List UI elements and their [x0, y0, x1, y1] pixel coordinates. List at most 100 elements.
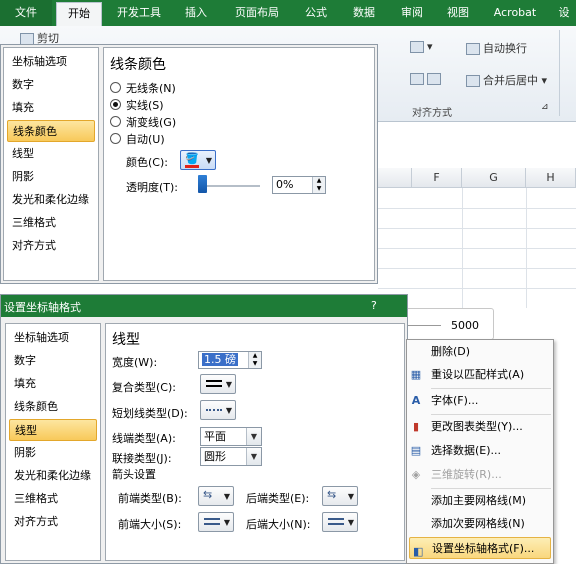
- menu-add-minor-gridlines[interactable]: 添加次要网格线(N): [431, 513, 525, 535]
- menu-reset-style[interactable]: 重设以匹配样式(A): [431, 364, 524, 386]
- nav-shadow[interactable]: 阴影: [9, 442, 97, 464]
- tab-file[interactable]: 文件: [0, 0, 52, 26]
- menu-format-axis[interactable]: ◧ 设置坐标轴格式(F)...: [409, 537, 551, 559]
- end-type-dropdown[interactable]: ⇆ ▼: [322, 486, 358, 506]
- chevron-down-icon: ▼: [347, 492, 354, 501]
- begin-size-dropdown[interactable]: ▼: [198, 512, 234, 532]
- cap-type-label: 线端类型(A):: [112, 432, 176, 445]
- panel-title: 线条颜色: [110, 57, 166, 73]
- arrow-size-icon: [328, 523, 344, 525]
- nav-number[interactable]: 数字: [7, 74, 95, 96]
- tab-page-layout[interactable]: 页面布局: [224, 0, 290, 26]
- chevron-down-icon: ▼: [225, 406, 232, 415]
- dash-sample-icon: [206, 409, 222, 411]
- dash-type-dropdown[interactable]: ▼: [200, 400, 236, 420]
- tab-review[interactable]: 审阅: [392, 0, 432, 26]
- tab-formulas[interactable]: 公式: [296, 0, 336, 26]
- transparency-slider-thumb[interactable]: [198, 175, 207, 193]
- nav-3d-format[interactable]: 三维格式: [9, 488, 97, 510]
- transparency-input[interactable]: 0% ▲ ▼: [272, 176, 326, 194]
- begin-type-dropdown[interactable]: ⇆ ▼: [198, 486, 234, 506]
- ribbon-tab-bar: 文件 开始 开发工具 插入 页面布局 公式 数据 审阅 视图 Acrobat 设: [0, 0, 576, 26]
- orientation-button[interactable]: ▾: [410, 40, 433, 53]
- radio-solid-line[interactable]: [110, 99, 121, 110]
- menu-change-chart-type[interactable]: 更改图表类型(Y)...: [431, 416, 523, 438]
- tab-data[interactable]: 数据: [344, 0, 384, 26]
- radio-automatic[interactable]: [110, 133, 121, 144]
- radio-label: 渐变线(G): [126, 116, 177, 129]
- color-picker-button[interactable]: 🪣 ▼: [180, 150, 216, 170]
- merge-center-button[interactable]: 合并后居中 ▾: [466, 72, 547, 88]
- reset-style-icon: ▦: [410, 368, 422, 381]
- gridline: [378, 228, 576, 229]
- chart-type-icon: ▮: [412, 420, 420, 433]
- tab-home[interactable]: 开始: [56, 2, 102, 26]
- nav-shadow[interactable]: 阴影: [7, 166, 95, 188]
- column-header-g[interactable]: G: [462, 168, 526, 188]
- end-size-dropdown[interactable]: ▼: [322, 512, 358, 532]
- wrap-text-button[interactable]: 自动换行: [466, 40, 527, 56]
- compound-type-dropdown[interactable]: ▼: [200, 374, 236, 394]
- nav-axis-options[interactable]: 坐标轴选项: [9, 327, 97, 349]
- chevron-down-icon: ▼: [205, 156, 212, 165]
- dialog-titlebar[interactable]: 设置坐标轴格式 ?: [1, 295, 407, 317]
- format-axis-icon: ◧: [413, 545, 424, 558]
- menu-font[interactable]: 字体(F)...: [431, 390, 478, 412]
- paint-bucket-icon: 🪣: [185, 152, 199, 165]
- width-input[interactable]: 1.5 磅 ▲ ▼: [198, 351, 262, 369]
- font-icon: A: [411, 394, 421, 407]
- nav-glow-soft-edges[interactable]: 发光和柔化边缘: [7, 189, 95, 211]
- nav-alignment[interactable]: 对齐方式: [7, 235, 95, 257]
- line-sample-icon: [206, 380, 222, 382]
- color-swatch: [185, 165, 199, 168]
- line-sample-icon: [206, 385, 222, 387]
- tab-developer[interactable]: 开发工具: [108, 0, 170, 26]
- join-type-select[interactable]: 圆形 ▼: [200, 447, 262, 466]
- radio-label: 自动(U): [126, 133, 165, 146]
- tab-view[interactable]: 视图: [438, 0, 478, 26]
- menu-separator: [431, 414, 551, 415]
- transparency-slider-track[interactable]: [198, 185, 260, 187]
- nav-line-style[interactable]: 线型: [9, 419, 97, 441]
- nav-line-color[interactable]: 线条颜色: [7, 120, 95, 142]
- text-orientation-icon: [410, 41, 424, 53]
- arrow-type-icon: ⇆: [327, 488, 337, 501]
- dialog-launcher-icon[interactable]: ⊿: [541, 102, 549, 112]
- nav-axis-options[interactable]: 坐标轴选项: [7, 51, 95, 73]
- nav-line-style[interactable]: 线型: [7, 143, 95, 165]
- column-header-h[interactable]: H: [526, 168, 576, 188]
- nav-number[interactable]: 数字: [9, 350, 97, 372]
- color-label: 颜色(C):: [126, 156, 168, 169]
- radio-gradient-line[interactable]: [110, 116, 121, 127]
- tab-insert[interactable]: 插入: [176, 0, 216, 26]
- spinner-arrows-icon[interactable]: ▲ ▼: [248, 352, 261, 368]
- nav-line-color[interactable]: 线条颜色: [9, 396, 97, 418]
- column-header-f[interactable]: F: [412, 168, 462, 188]
- menu-select-data[interactable]: 选择数据(E)...: [431, 440, 501, 462]
- category-list: 坐标轴选项 数字 填充 线条颜色 线型 阴影 发光和柔化边缘 三维格式 对齐方式: [3, 47, 99, 281]
- chevron-down-icon: ▼: [225, 380, 232, 389]
- nav-fill[interactable]: 填充: [9, 373, 97, 395]
- indent-buttons[interactable]: [410, 72, 444, 85]
- worksheet-area[interactable]: F G H: [378, 168, 576, 308]
- nav-3d-format[interactable]: 三维格式: [7, 212, 95, 234]
- column-header[interactable]: [378, 168, 412, 188]
- tab-acrobat[interactable]: Acrobat: [486, 0, 544, 26]
- gridline: [378, 248, 576, 249]
- help-button[interactable]: ?: [371, 299, 377, 312]
- nav-glow-soft-edges[interactable]: 发光和柔化边缘: [9, 465, 97, 487]
- 3d-rotation-icon: ◈: [411, 468, 421, 481]
- menu-separator: [431, 488, 551, 489]
- nav-fill[interactable]: 填充: [7, 97, 95, 119]
- menu-delete[interactable]: 删除(D): [431, 341, 470, 363]
- begin-size-label: 前端大小(S):: [118, 518, 182, 531]
- radio-no-line[interactable]: [110, 82, 121, 93]
- context-menu: 删除(D) ▦ 重设以匹配样式(A) A 字体(F)... ▮ 更改图表类型(Y…: [406, 339, 554, 564]
- cap-type-select[interactable]: 平面 ▼: [200, 427, 262, 446]
- menu-add-major-gridlines[interactable]: 添加主要网格线(M): [431, 490, 526, 512]
- spinner-arrows-icon[interactable]: ▲ ▼: [312, 177, 325, 193]
- chart-area[interactable]: 5000: [400, 308, 494, 340]
- tab-design[interactable]: 设: [552, 0, 576, 26]
- decrease-indent-icon: [410, 73, 424, 85]
- nav-alignment[interactable]: 对齐方式: [9, 511, 97, 533]
